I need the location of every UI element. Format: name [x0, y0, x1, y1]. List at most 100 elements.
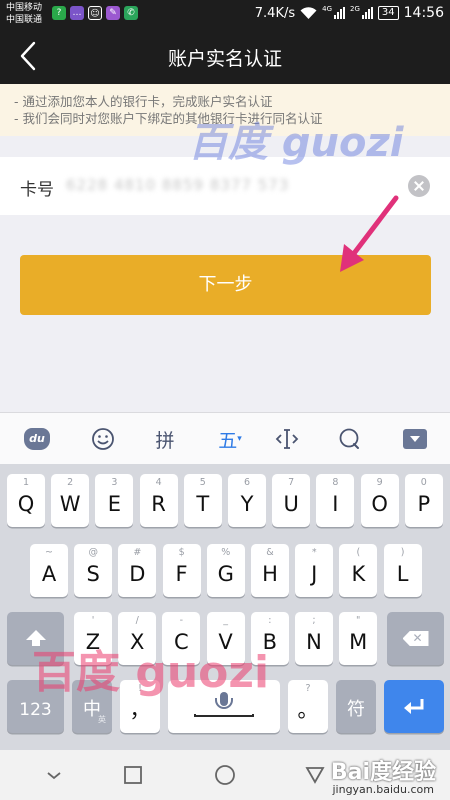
pointer-arrow-icon — [340, 195, 399, 272]
app-green-icon: ? — [52, 6, 66, 20]
baidu-jingyan-logo: Bai度经验 — [330, 760, 436, 785]
space-icon — [194, 714, 254, 717]
key-hint: / — [135, 615, 139, 626]
key-a[interactable]: ~ A — [30, 544, 68, 597]
symbol-label: 符 — [347, 699, 365, 720]
symbol-key[interactable]: 符 — [336, 680, 376, 733]
key-w[interactable]: 2W — [51, 474, 90, 527]
language-switch-key[interactable]: 中 英 — [72, 680, 112, 733]
key-b[interactable]: :B — [250, 612, 289, 665]
key-y[interactable]: 6Y — [228, 474, 266, 527]
wifi-icon — [300, 6, 317, 19]
wubi-button[interactable]: 五 ▾ — [212, 421, 248, 457]
key-g[interactable]: % G — [206, 544, 245, 597]
nav-recent-icon[interactable] — [121, 763, 145, 787]
key-j[interactable]: * J — [295, 544, 334, 597]
key-r[interactable]: 4R — [139, 474, 178, 527]
signal-2-icon — [361, 7, 373, 19]
key-e[interactable]: 3E — [95, 474, 134, 527]
key-m[interactable]: " M — [339, 612, 378, 665]
key-q[interactable]: 1Q — [7, 474, 45, 527]
key-label: V — [218, 630, 233, 654]
pinyin-button[interactable]: 拼 — [150, 421, 180, 457]
clear-icon[interactable] — [408, 175, 430, 197]
language-label: 中 — [83, 699, 101, 720]
key-label: A — [41, 562, 57, 586]
key-label: E — [107, 492, 122, 516]
key-l[interactable]: ) L — [383, 544, 422, 597]
key-t[interactable]: 5T — [183, 474, 222, 527]
key-label: B — [262, 630, 277, 654]
period-key[interactable]: ? 。 — [288, 680, 328, 733]
notice-box: - 通过添加您本人的银行卡，完成账户实名认证 - 我们会同时对您账户下绑定的其他… — [0, 84, 450, 136]
key-hint: @ — [88, 547, 98, 558]
key-hint: ) — [400, 547, 405, 558]
key-label: Z — [85, 630, 101, 654]
key-hint: : — [268, 615, 272, 626]
enter-key[interactable] — [384, 680, 444, 733]
key-k[interactable]: (K — [339, 544, 378, 597]
cursor-button[interactable] — [272, 421, 302, 457]
status-right: 7.4K/s 4G 2G 34 14:56 — [255, 5, 444, 21]
key-label: I — [332, 492, 339, 516]
key-label: D — [129, 562, 146, 586]
key-hint: 6 — [243, 477, 251, 488]
key-label: W — [59, 492, 81, 516]
search-button[interactable] — [334, 421, 364, 457]
messenger-icon: … — [70, 6, 84, 20]
key-f[interactable]: $ F — [162, 544, 201, 597]
emoji-button[interactable] — [88, 421, 118, 457]
key-label: C — [174, 630, 189, 654]
carrier-2: 中国联通 — [6, 15, 43, 25]
shift-key[interactable] — [7, 612, 64, 665]
keyboard: 1Q2W3E4R5T6Y7U8I9O0P ~ A @ S # D $ F% G & H * J(K) L … — [0, 464, 450, 750]
notice-line-2: - 我们会同时对您账户下绑定的其他银行卡进行同名认证 — [14, 111, 323, 126]
shift-icon — [25, 630, 46, 646]
key-label: N — [306, 630, 322, 654]
qq-icon: ☺ — [88, 6, 102, 20]
space-key[interactable] — [168, 680, 280, 733]
clock: 14:56 — [403, 5, 444, 21]
key-hint: ' — [91, 615, 95, 626]
key-v[interactable]: _ V — [206, 612, 245, 665]
key-s[interactable]: @ S — [74, 544, 113, 597]
nav-triangle-back-icon[interactable] — [303, 763, 327, 787]
network-type-1: 4G — [322, 5, 333, 13]
key-hint: 4 — [155, 477, 162, 488]
key-i[interactable]: 8I — [316, 474, 355, 527]
key-hint: " — [356, 615, 361, 626]
key-h[interactable]: & H — [251, 544, 289, 597]
key-u[interactable]: 7U — [272, 474, 311, 527]
du-logo-button[interactable]: du — [22, 421, 52, 457]
key-o[interactable]: 9O — [360, 474, 399, 527]
key-hint: 8 — [332, 477, 339, 488]
key-p[interactable]: 0P — [404, 474, 443, 527]
key-label: U — [283, 492, 299, 516]
backspace-key[interactable]: ✕ — [387, 612, 444, 665]
key-hint: 0 — [420, 477, 427, 488]
period-hint: ? — [305, 683, 311, 694]
number-mode-key[interactable]: 123 — [7, 680, 64, 733]
hide-keyboard-button[interactable] — [400, 421, 430, 457]
card-number-input[interactable]: 6228 4810 8859 8377 573 — [66, 176, 289, 196]
key-hint: ( — [356, 547, 361, 558]
key-d[interactable]: # D — [118, 544, 157, 597]
card-number-label: 卡号 — [20, 180, 54, 200]
microphone-base-icon — [215, 698, 233, 709]
comma-key[interactable]: ! ， — [120, 680, 160, 733]
phone-icon: ✆ — [124, 6, 138, 20]
comma-hint: ! — [138, 683, 142, 694]
key-x[interactable]: / X — [118, 612, 157, 665]
key-n[interactable]: ; N — [295, 612, 333, 665]
key-hint: 3 — [111, 477, 118, 488]
nav-back-icon[interactable] — [42, 763, 66, 787]
dropdown-icon: ▾ — [237, 434, 242, 444]
nav-home-icon[interactable] — [213, 763, 237, 787]
period-label: 。 — [297, 698, 319, 722]
smiley-icon — [92, 428, 114, 450]
title-bar: 账户实名认证 — [0, 28, 450, 84]
key-label: Q — [17, 492, 35, 516]
key-z[interactable]: ' Z — [74, 612, 112, 665]
key-hint: # — [133, 547, 142, 558]
key-c[interactable]: -C — [162, 612, 201, 665]
